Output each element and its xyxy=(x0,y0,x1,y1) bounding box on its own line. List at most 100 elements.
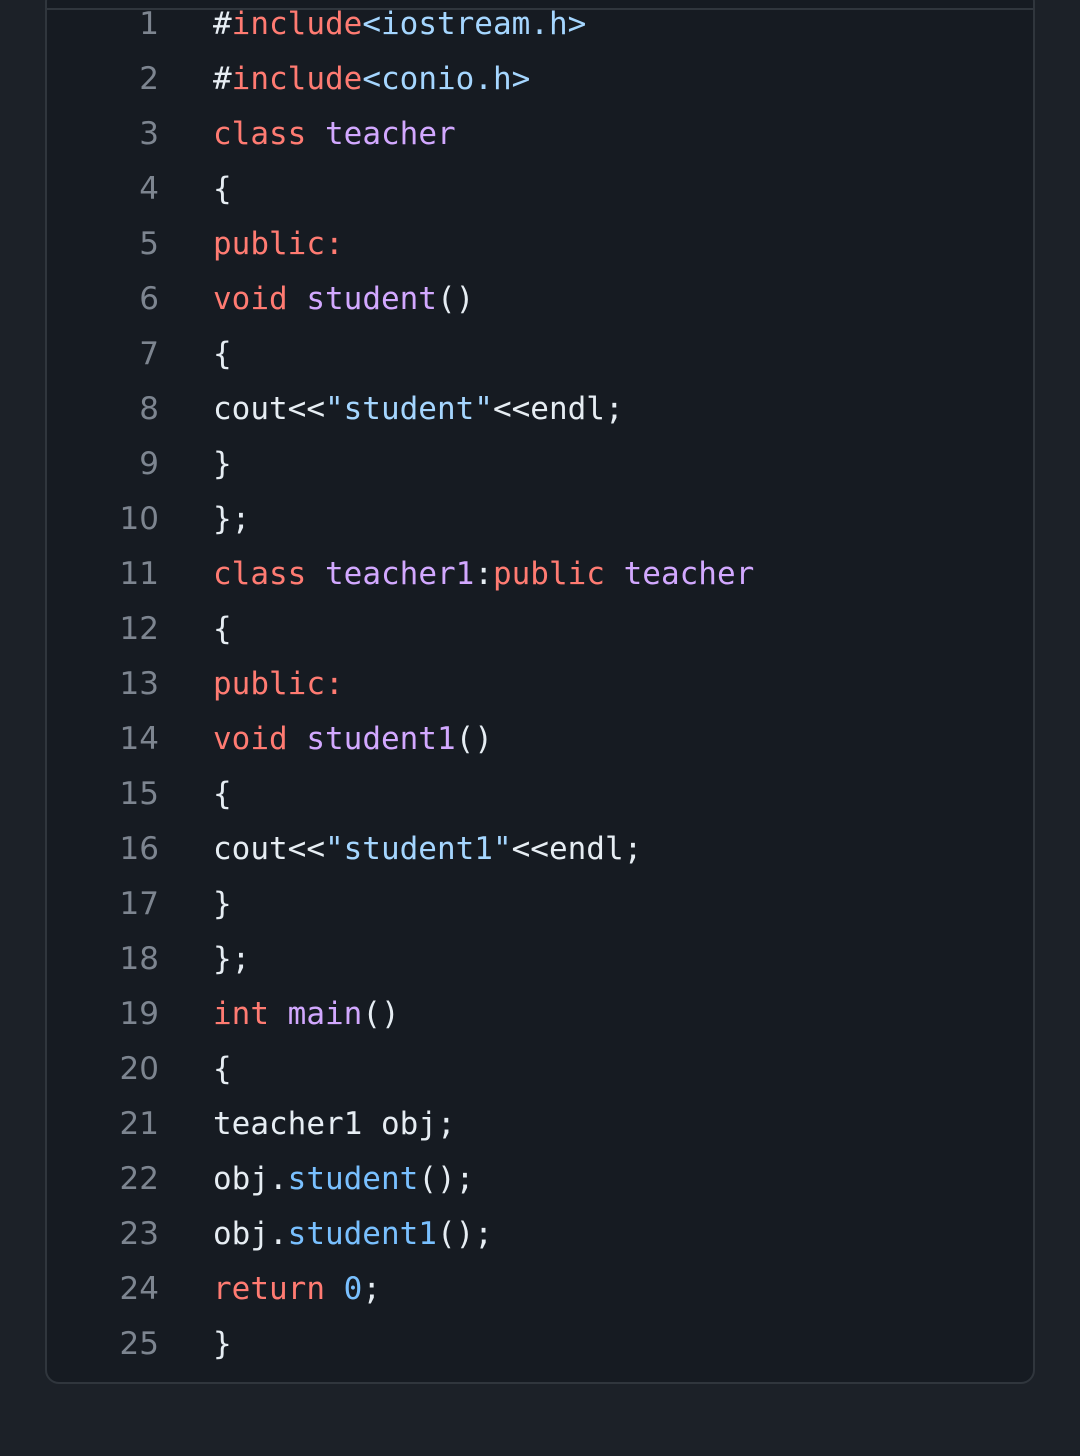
code-token-keyword: public xyxy=(492,556,605,592)
code-token-plain: { xyxy=(213,171,232,207)
code-token-keyword: void xyxy=(213,281,288,317)
line-number: 12 xyxy=(119,611,159,647)
line-code[interactable]: cout<<"student1"<<endl; xyxy=(213,822,642,877)
line-number: 17 xyxy=(119,886,159,922)
line-code[interactable]: { xyxy=(213,162,232,217)
code-token-plain: cout<< xyxy=(213,391,325,427)
code-line: 23 obj.student1(); xyxy=(47,1207,1033,1262)
line-code[interactable]: obj.student(); xyxy=(213,1152,474,1207)
line-code[interactable]: { xyxy=(213,602,232,657)
code-line: 7{ xyxy=(47,327,1033,382)
code-token-entity: teacher xyxy=(623,556,755,592)
line-number: 19 xyxy=(119,996,159,1032)
line-number: 20 xyxy=(119,1051,159,1087)
code-token-plain: () xyxy=(455,721,493,757)
line-code[interactable]: obj.student1(); xyxy=(213,1207,493,1262)
code-line: 8 cout<<"student"<<endl; xyxy=(47,382,1033,437)
code-block[interactable]: 1 #include<iostream.h> 2 #include<conio.h> 3… xyxy=(45,0,1035,1384)
code-lines: 1 #include<iostream.h> 2 #include<conio.h> 3… xyxy=(47,0,1033,1372)
code-token-plain: # xyxy=(213,61,232,97)
code-token-plain: () xyxy=(362,996,400,1032)
code-token-plain: <<endl; xyxy=(511,831,643,867)
code-token-keyword: include xyxy=(231,61,363,97)
line-number: 21 xyxy=(119,1106,159,1142)
code-token-constant: 0 xyxy=(343,1271,363,1307)
code-token-plain: { xyxy=(213,611,232,647)
line-code[interactable]: }; xyxy=(213,492,250,547)
code-token-plain: } xyxy=(213,446,232,482)
line-code[interactable]: cout<<"student"<<endl; xyxy=(213,382,624,437)
code-token-plain: () xyxy=(436,281,475,317)
code-line: 18}; xyxy=(47,932,1033,987)
line-code[interactable]: }; xyxy=(213,932,250,987)
line-number: 8 xyxy=(139,391,159,427)
line-number: 13 xyxy=(119,666,159,702)
line-number: 25 xyxy=(119,1326,159,1362)
code-token-keyword: return xyxy=(213,1271,325,1307)
code-token-keyword: class xyxy=(213,116,307,152)
line-code[interactable]: return 0; xyxy=(213,1262,381,1317)
line-code[interactable]: public: xyxy=(213,217,344,272)
line-number: 7 xyxy=(139,336,159,372)
line-code[interactable]: { xyxy=(213,327,232,382)
code-line: 24 return 0; xyxy=(47,1262,1033,1317)
code-line: 22 obj.student(); xyxy=(47,1152,1033,1207)
code-line: 1 #include<iostream.h> xyxy=(47,0,1033,52)
line-code[interactable]: int main() xyxy=(213,987,400,1042)
code-token-plain: cout<< xyxy=(213,831,325,867)
code-token-plain: { xyxy=(213,336,232,372)
line-number: 9 xyxy=(139,446,159,482)
code-line: 25} xyxy=(47,1317,1033,1372)
code-token-constant: student xyxy=(287,1161,419,1197)
code-line: 20 { xyxy=(47,1042,1033,1097)
code-line: 3 class teacher xyxy=(47,107,1033,162)
line-number: 22 xyxy=(119,1161,159,1197)
code-line: 2 #include<conio.h> xyxy=(47,52,1033,107)
code-token-keyword: include xyxy=(231,6,363,42)
line-code[interactable]: { xyxy=(213,1042,232,1097)
code-line: 16 cout<<"student1"<<endl; xyxy=(47,822,1033,877)
code-line: 5 public: xyxy=(47,217,1033,272)
code-token-entity: main xyxy=(287,996,363,1032)
line-code[interactable]: #include<iostream.h> xyxy=(213,0,586,52)
code-line: 10}; xyxy=(47,492,1033,547)
line-code[interactable]: class teacher1:public teacher xyxy=(213,547,754,602)
line-code[interactable]: teacher1 obj; xyxy=(213,1097,456,1152)
code-token-constant: student1 xyxy=(287,1216,437,1252)
line-number: 5 xyxy=(139,226,159,262)
line-code[interactable]: { xyxy=(213,767,232,822)
line-number: 10 xyxy=(119,501,159,537)
code-token-keyword: public: xyxy=(213,666,344,702)
code-token-string: <conio.h> xyxy=(362,61,531,97)
code-line: 17} xyxy=(47,877,1033,932)
code-token-plain: obj. xyxy=(213,1161,288,1197)
line-code[interactable]: class teacher xyxy=(213,107,456,162)
line-code[interactable]: public: xyxy=(213,657,344,712)
code-token-string: "student1" xyxy=(324,831,512,867)
code-token-plain: { xyxy=(213,1051,232,1087)
line-code[interactable]: } xyxy=(213,437,232,492)
code-line: 9} xyxy=(47,437,1033,492)
code-token-plain: obj. xyxy=(213,1216,288,1252)
code-line: 11 class teacher1:public teacher xyxy=(47,547,1033,602)
code-token-entity: student xyxy=(306,281,437,317)
code-line: 21 teacher1 obj; xyxy=(47,1097,1033,1152)
code-line: 13 public: xyxy=(47,657,1033,712)
code-token-entity: teacher xyxy=(325,116,456,152)
line-code[interactable]: void student() xyxy=(213,272,474,327)
line-number: 2 xyxy=(139,61,159,97)
code-token-plain: <<endl; xyxy=(492,391,624,427)
line-code[interactable]: } xyxy=(213,877,232,932)
line-code[interactable]: #include<conio.h> xyxy=(213,52,530,107)
line-number: 11 xyxy=(119,556,159,592)
line-code[interactable]: void student1() xyxy=(213,712,493,767)
line-code[interactable]: } xyxy=(213,1317,232,1372)
code-token-plain: # xyxy=(213,6,232,42)
code-token-plain: ; xyxy=(362,1271,381,1307)
